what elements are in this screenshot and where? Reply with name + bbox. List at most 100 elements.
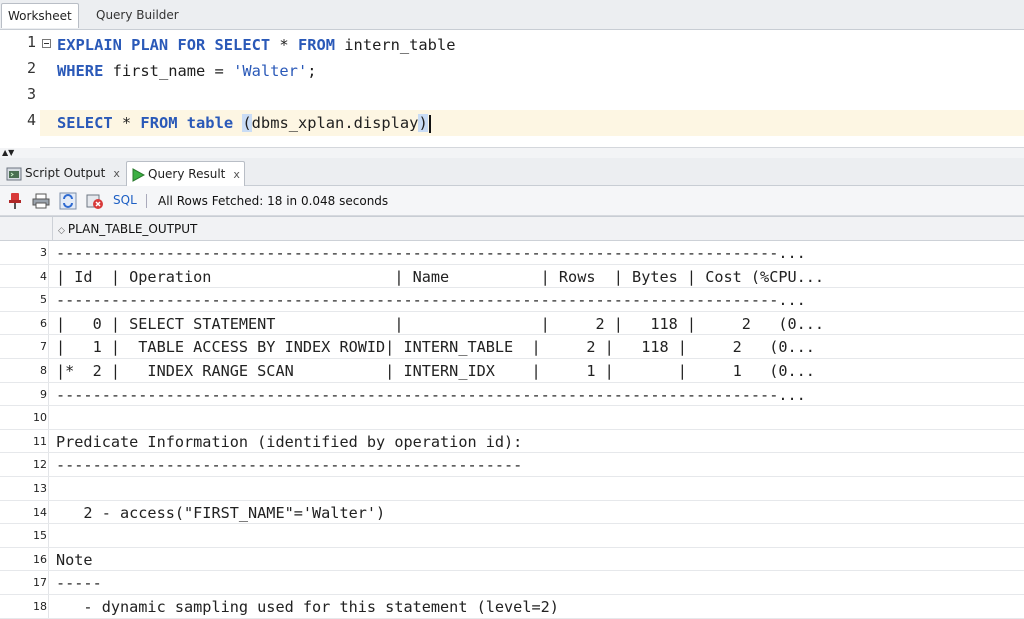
plan-table-output-cell[interactable]: ----------------------------------------… — [56, 241, 1024, 264]
table-row[interactable]: 9 ---------------------------------------… — [0, 382, 1024, 407]
line-number-gutter: 1 2 3 4 — [0, 30, 40, 148]
plan-table-output-cell[interactable]: | 0 | SELECT STATEMENT | | 2 | 118 | 2 (… — [56, 312, 1024, 335]
tab-label: Query Result — [148, 167, 226, 181]
sql-keyword: table — [177, 114, 243, 132]
table-row[interactable]: 5 ---------------------------------------… — [0, 288, 1024, 312]
table-row[interactable]: 16 Note — [0, 547, 1024, 572]
row-number: 14 — [0, 500, 49, 524]
grid-corner — [0, 217, 52, 241]
row-number: 3 — [0, 241, 49, 264]
table-row[interactable]: 14 2 - access("FIRST_NAME"='Walter') — [0, 500, 1024, 525]
sql-editor[interactable]: 1 2 3 4 EXPLAIN PLAN FOR SELECT * FROM i… — [0, 30, 1024, 148]
sql-keyword: FROM — [297, 36, 336, 54]
result-toolbar: SQL All Rows Fetched: 18 in 0.048 second… — [0, 186, 1024, 216]
tab-query-builder[interactable]: Query Builder — [90, 3, 185, 28]
table-row[interactable]: 17 ----- — [0, 571, 1024, 595]
table-row[interactable]: 12 --------------------------------------… — [0, 453, 1024, 477]
table-row[interactable]: 4 | Id | Operation | Name | Rows | Bytes … — [0, 264, 1024, 289]
line-number: 4 — [26, 111, 36, 129]
print-button[interactable] — [31, 191, 51, 211]
pin-button[interactable] — [5, 191, 25, 211]
column-header-label: PLAN_TABLE_OUTPUT — [67, 222, 198, 236]
refresh-button[interactable] — [58, 191, 78, 211]
close-icon[interactable]: x — [113, 167, 120, 180]
plan-table-output-cell[interactable]: Predicate Information (identified by ope… — [56, 430, 1024, 453]
sql-text: dbms_xplan.display — [251, 114, 419, 132]
row-number: 8 — [0, 359, 49, 382]
text-cursor — [428, 114, 431, 133]
code-line-1: EXPLAIN PLAN FOR SELECT * FROM intern_ta… — [57, 32, 455, 58]
row-number: 6 — [0, 311, 49, 335]
matched-paren: ) — [418, 114, 428, 132]
tab-worksheet[interactable]: Worksheet — [1, 3, 79, 28]
plan-table-output-cell[interactable]: |* 2 | INDEX RANGE SCAN | INTERN_IDX | 1… — [56, 359, 1024, 382]
sql-string-literal: 'Walter' — [233, 62, 308, 80]
close-icon[interactable]: x — [233, 168, 240, 181]
pin-icon — [9, 193, 21, 209]
sql-link[interactable]: SQL — [113, 193, 137, 207]
plan-table-output-cell[interactable] — [56, 524, 1024, 547]
matched-paren: ( — [242, 114, 252, 132]
plan-table-output-cell[interactable]: Note — [56, 548, 1024, 571]
sql-keyword: FROM — [140, 114, 178, 132]
result-grid: ◇ PLAN_TABLE_OUTPUT 3 --------------------… — [0, 216, 1024, 619]
row-number: 11 — [0, 429, 49, 453]
plan-table-output-cell[interactable]: | Id | Operation | Name | Rows | Bytes |… — [56, 265, 1024, 288]
row-number: 12 — [0, 453, 49, 476]
cancel-button[interactable] — [85, 191, 105, 211]
run-triangle-icon — [132, 167, 145, 182]
plan-table-output-cell[interactable]: ----- — [56, 571, 1024, 594]
plan-table-output-cell[interactable]: ----------------------------------------… — [56, 453, 1024, 476]
editor-tab-bar: Worksheet Query Builder — [0, 0, 1024, 30]
table-row[interactable]: 15 — [0, 524, 1024, 548]
plan-table-output-cell[interactable]: ----------------------------------------… — [56, 383, 1024, 406]
tab-label: Script Output — [25, 166, 106, 180]
row-number: 16 — [0, 547, 49, 571]
toolbar-separator — [146, 194, 147, 208]
sql-text: * — [270, 36, 298, 54]
sort-icon[interactable]: ◇ — [58, 219, 65, 243]
plan-table-output-cell[interactable] — [56, 477, 1024, 500]
row-number: 10 — [0, 406, 49, 429]
plan-table-output-cell[interactable]: 2 - access("FIRST_NAME"='Walter') — [56, 501, 1024, 524]
row-number: 17 — [0, 571, 49, 594]
column-header-plan-table-output[interactable]: ◇ PLAN_TABLE_OUTPUT — [52, 217, 1024, 241]
tab-script-output[interactable]: Script Output x — [2, 161, 124, 186]
sql-keyword: EXPLAIN PLAN FOR SELECT — [57, 36, 271, 54]
table-row[interactable]: 8 |* 2 | INDEX RANGE SCAN | INTERN_IDX | … — [0, 359, 1024, 383]
printer-icon — [32, 193, 50, 209]
sql-text: intern_table — [335, 36, 456, 54]
sql-text: first_name = — [103, 62, 234, 80]
row-number: 7 — [0, 335, 49, 358]
sql-text: * — [112, 114, 141, 132]
fold-toggle-icon[interactable] — [42, 39, 51, 48]
table-row[interactable]: 18 - dynamic sampling used for this stat… — [0, 595, 1024, 619]
table-row[interactable]: 3 ---------------------------------------… — [0, 241, 1024, 265]
row-number: 5 — [0, 288, 49, 311]
row-number: 13 — [0, 477, 49, 500]
code-line-2: WHERE first_name = 'Walter'; — [57, 58, 317, 84]
cancel-icon — [86, 194, 103, 209]
tab-query-result[interactable]: Query Result x — [126, 161, 245, 186]
row-number: 18 — [0, 595, 49, 618]
table-row[interactable]: 7 | 1 | TABLE ACCESS BY INDEX ROWID| INTE… — [0, 335, 1024, 359]
pane-splitter[interactable]: ▲▼ — [0, 148, 1024, 158]
row-number: 9 — [0, 382, 49, 406]
fetch-status-text: All Rows Fetched: 18 in 0.048 seconds — [158, 194, 389, 208]
row-number: 15 — [0, 524, 49, 547]
plan-table-output-cell[interactable]: - dynamic sampling used for this stateme… — [56, 595, 1024, 618]
line-number: 2 — [26, 59, 36, 77]
row-number: 4 — [0, 264, 49, 288]
table-row[interactable]: 13 — [0, 477, 1024, 501]
table-row[interactable]: 6 | 0 | SELECT STATEMENT | | 2 | 118 | 2 … — [0, 311, 1024, 336]
splitter-arrows-icon[interactable]: ▲▼ — [2, 149, 14, 157]
plan-table-output-cell[interactable]: | 1 | TABLE ACCESS BY INDEX ROWID| INTER… — [56, 335, 1024, 358]
sql-keyword: SELECT — [57, 114, 113, 132]
plan-table-output-cell[interactable]: ----------------------------------------… — [56, 288, 1024, 311]
table-row[interactable]: 11 Predicate Information (identified by o… — [0, 429, 1024, 454]
sql-keyword: WHERE — [57, 62, 104, 80]
table-row[interactable]: 10 — [0, 406, 1024, 430]
code-line-4: SELECT * FROM table (dbms_xplan.display) — [40, 110, 1024, 136]
result-tab-bar: Script Output x Query Result x — [0, 158, 1024, 186]
plan-table-output-cell[interactable] — [56, 406, 1024, 429]
